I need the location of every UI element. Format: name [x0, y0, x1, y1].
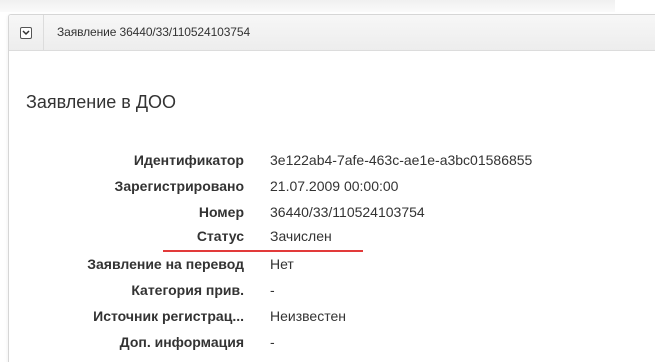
detail-label: Идентификатор — [133, 152, 244, 168]
screen: Заявление 36440/33/110524103754 Заявлени… — [0, 0, 655, 362]
panel-header: Заявление 36440/33/110524103754 — [9, 15, 655, 51]
page-title: Заявление в ДОО — [26, 92, 177, 112]
chevron-down-icon — [22, 30, 30, 36]
detail-label: Доп. информация — [119, 334, 244, 350]
detail-row-source: Источник регистрац... Неизвестен — [0, 308, 655, 330]
detail-row-status: Статус Зачислен — [0, 228, 655, 250]
detail-row-category: Категория прив. - — [0, 282, 655, 304]
detail-row-registered: Зарегистрировано 21.07.2009 00:00:00 — [0, 178, 655, 200]
status-underline — [163, 250, 363, 252]
detail-label: Зарегистрировано — [114, 178, 244, 194]
detail-value: Зачислен — [270, 228, 332, 244]
detail-row-transfer: Заявление на перевод Нет — [0, 256, 655, 278]
detail-label: Номер — [198, 204, 244, 220]
detail-label: Заявление на перевод — [87, 256, 244, 272]
header-divider — [43, 15, 44, 50]
detail-value: - — [270, 282, 275, 298]
detail-value: Нет — [270, 256, 294, 272]
collapse-button[interactable] — [20, 27, 32, 39]
detail-label: Источник регистрац... — [93, 308, 244, 324]
top-shade — [0, 0, 655, 12]
detail-value: - — [270, 334, 275, 350]
detail-value: 36440/33/110524103754 — [270, 204, 425, 220]
detail-row-identifier: Идентификатор 3e122ab4-7afe-463c-ae1e-a3… — [0, 152, 655, 174]
panel-header-title: Заявление 36440/33/110524103754 — [57, 25, 251, 39]
detail-label: Статус — [196, 228, 244, 244]
top-shade-corner — [615, 0, 655, 12]
detail-value: 21.07.2009 00:00:00 — [270, 178, 399, 194]
detail-row-number: Номер 36440/33/110524103754 — [0, 204, 655, 226]
detail-value: 3e122ab4-7afe-463c-ae1e-a3bc01586855 — [270, 152, 533, 168]
detail-row-extra-info: Доп. информация - — [0, 334, 655, 356]
detail-label: Категория прив. — [131, 282, 244, 298]
detail-value: Неизвестен — [270, 308, 346, 324]
